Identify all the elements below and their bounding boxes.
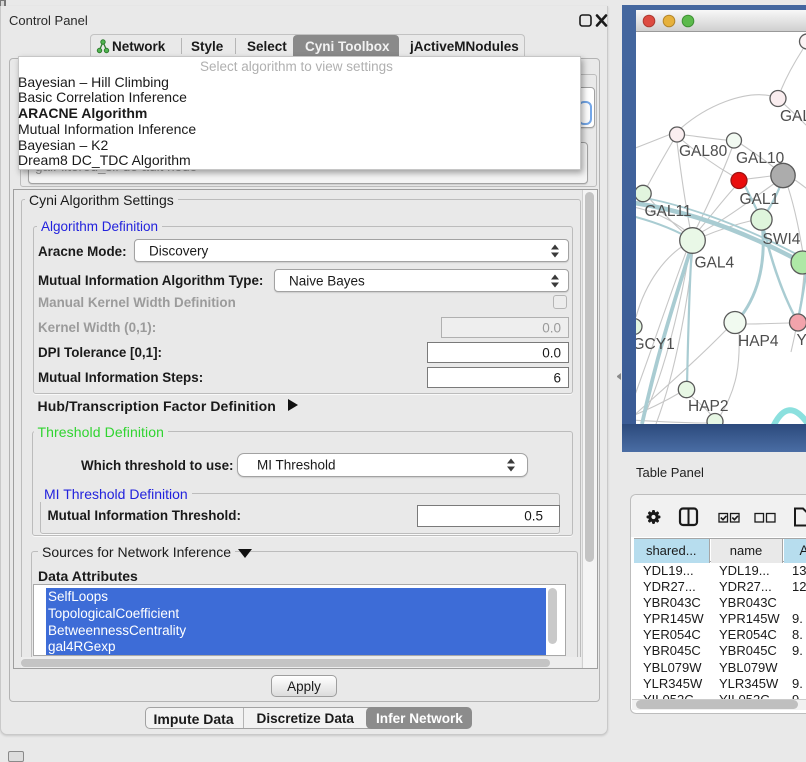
svg-text:HAP4: HAP4 — [738, 333, 779, 350]
svg-text:GAL4: GAL4 — [695, 255, 735, 272]
svg-text:GCY1: GCY1 — [636, 336, 675, 353]
svg-text:GAL11: GAL11 — [645, 203, 692, 220]
svg-text:GAL7: GAL7 — [780, 108, 806, 125]
svg-text:GAL10: GAL10 — [736, 150, 785, 167]
svg-text:SWI4: SWI4 — [763, 231, 801, 248]
svg-text:GAL80: GAL80 — [679, 143, 728, 160]
svg-text:GAL1: GAL1 — [740, 191, 780, 208]
svg-text:HAP2: HAP2 — [688, 398, 729, 415]
svg-text:YE: YE — [797, 332, 806, 349]
